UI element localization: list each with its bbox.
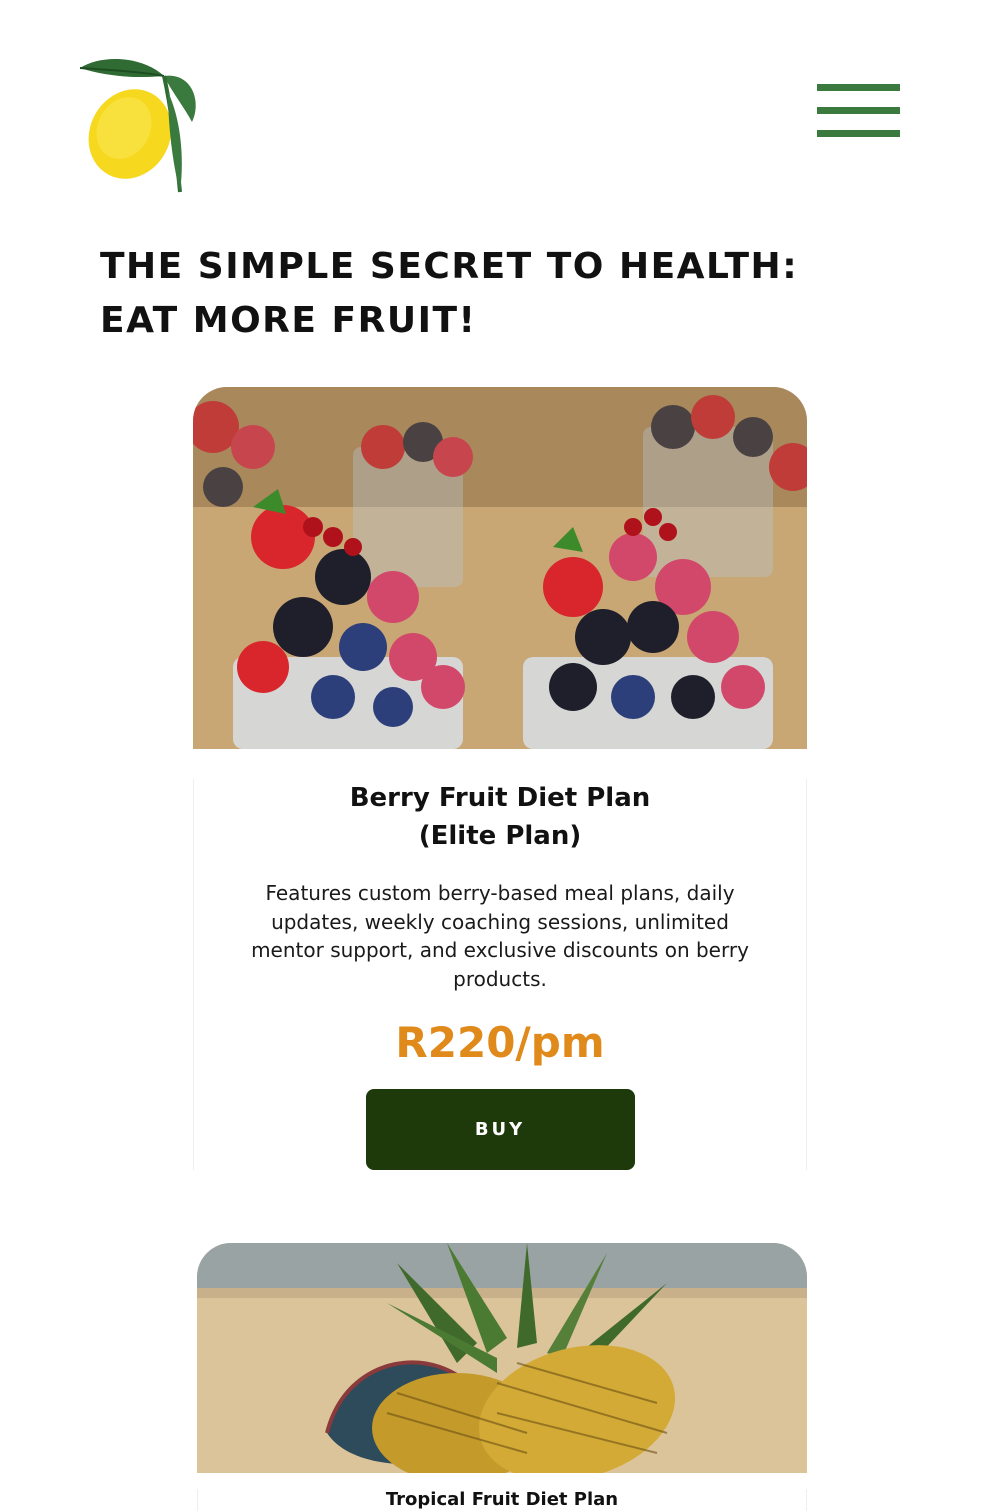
plan-title: Berry Fruit Diet Plan (Elite Plan): [194, 779, 806, 855]
page-headline: THE SIMPLE SECRET TO HEALTH: EAT MORE FR…: [100, 246, 799, 341]
menu-bar: [817, 107, 900, 114]
menu-bar: [817, 130, 900, 137]
plan-card-body: Tropical Fruit Diet Plan: [197, 1489, 807, 1511]
lemon-logo-icon[interactable]: [72, 52, 202, 197]
plan-description: Features custom berry-based meal plans, …: [251, 881, 749, 991]
plan-price: R220/pm: [395, 1018, 605, 1067]
plan-card-tropical: Tropical Fruit Diet Plan: [197, 1243, 807, 1511]
pineapples-image: [197, 1243, 807, 1473]
menu-bar: [817, 84, 900, 91]
plan-title: Tropical Fruit Diet Plan: [385, 1489, 619, 1510]
plan-title-line1: Berry Fruit Diet Plan: [349, 783, 651, 813]
buy-button[interactable]: BUY: [365, 1089, 635, 1170]
berries-image: [193, 387, 807, 749]
plan-card-body: Berry Fruit Diet Plan (Elite Plan) Featu…: [193, 779, 807, 1170]
hamburger-menu-icon[interactable]: [817, 84, 900, 139]
plan-card-berry: Berry Fruit Diet Plan (Elite Plan) Featu…: [193, 387, 807, 1170]
plan-title-line2: (Elite Plan): [418, 821, 582, 851]
